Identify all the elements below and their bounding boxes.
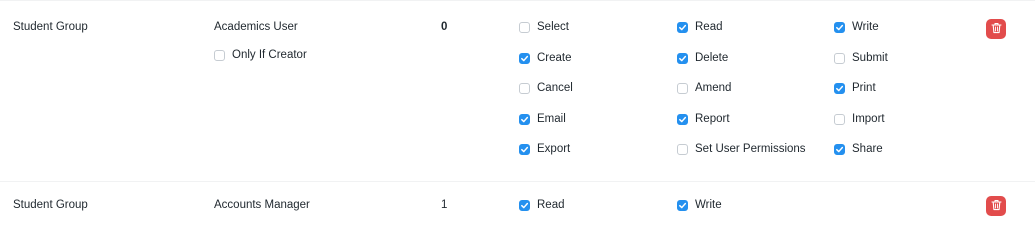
checkbox-box[interactable] (519, 52, 530, 64)
checkbox-label: Print (852, 82, 876, 94)
checkbox-box[interactable] (519, 143, 530, 155)
checkbox-box[interactable] (677, 199, 688, 211)
permission-cancel-checkbox[interactable]: Cancel (519, 81, 573, 95)
only-if-creator-checkbox[interactable]: Only If Creator (214, 48, 307, 62)
checkbox-label: Create (537, 52, 572, 64)
checkbox-label: Read (695, 21, 723, 33)
permission-row: Student Group Academics User Only If Cre… (0, 0, 1035, 182)
checkbox-label: Delete (695, 52, 729, 64)
checkbox-label: Write (695, 199, 722, 211)
permission-read-checkbox[interactable]: Read (677, 20, 723, 34)
document-type: Student Group (13, 21, 88, 33)
checkbox-label: Amend (695, 82, 732, 94)
checkbox-box[interactable] (834, 21, 845, 33)
checkbox-box[interactable] (834, 52, 845, 64)
permission-select-checkbox[interactable]: Select (519, 20, 569, 34)
checkbox-box[interactable] (677, 52, 688, 64)
role-permissions-table: Student Group Academics User Only If Cre… (0, 0, 1035, 241)
permission-level: 1 (441, 199, 448, 211)
permission-amend-checkbox[interactable]: Amend (677, 81, 731, 95)
checkbox-box[interactable] (834, 82, 845, 94)
checkbox-box[interactable] (834, 143, 845, 155)
checkbox-label: Write (852, 21, 879, 33)
checkbox-label: Export (537, 143, 571, 155)
permission-set-user-permissions-checkbox[interactable]: Set User Permissions (677, 142, 806, 156)
checkbox-box[interactable] (519, 113, 530, 125)
permission-row: Student Group Accounts Manager 1 Read Wr… (0, 181, 1035, 241)
checkbox-label: Share (852, 143, 883, 155)
checkbox-label: Only If Creator (232, 49, 307, 61)
permission-share-checkbox[interactable]: Share (834, 142, 883, 156)
permission-write-checkbox[interactable]: Write (677, 198, 722, 212)
checkbox-box[interactable] (677, 143, 688, 155)
permission-export-checkbox[interactable]: Export (519, 142, 570, 156)
checkbox-box[interactable] (519, 21, 530, 33)
permission-read-checkbox[interactable]: Read (519, 198, 565, 212)
checkbox-box[interactable] (214, 49, 225, 61)
role-name: Academics User (214, 21, 298, 33)
permission-delete-checkbox[interactable]: Delete (677, 51, 728, 65)
checkbox-label: Select (537, 21, 569, 33)
checkbox-box[interactable] (519, 199, 530, 211)
role-name: Accounts Manager (214, 199, 310, 211)
checkbox-label: Import (852, 113, 885, 125)
document-type: Student Group (13, 199, 88, 211)
delete-row-button[interactable] (986, 196, 1006, 216)
delete-row-button[interactable] (986, 19, 1006, 39)
checkbox-box[interactable] (677, 21, 688, 33)
checkbox-label: Submit (852, 52, 888, 64)
checkbox-box[interactable] (677, 113, 688, 125)
trash-icon (990, 22, 1002, 37)
checkbox-box[interactable] (519, 82, 530, 94)
checkbox-box[interactable] (834, 113, 845, 125)
permission-email-checkbox[interactable]: Email (519, 112, 566, 126)
checkbox-box[interactable] (677, 82, 688, 94)
checkbox-label: Read (537, 199, 565, 211)
permission-submit-checkbox[interactable]: Submit (834, 51, 888, 65)
permission-report-checkbox[interactable]: Report (677, 112, 730, 126)
checkbox-label: Report (695, 113, 730, 125)
permission-create-checkbox[interactable]: Create (519, 51, 572, 65)
permission-write-checkbox[interactable]: Write (834, 20, 879, 34)
permission-print-checkbox[interactable]: Print (834, 81, 876, 95)
checkbox-label: Set User Permissions (695, 143, 806, 155)
checkbox-label: Email (537, 113, 566, 125)
checkbox-label: Cancel (537, 82, 573, 94)
permission-import-checkbox[interactable]: Import (834, 112, 885, 126)
permission-level: 0 (441, 21, 448, 33)
trash-icon (990, 199, 1002, 214)
